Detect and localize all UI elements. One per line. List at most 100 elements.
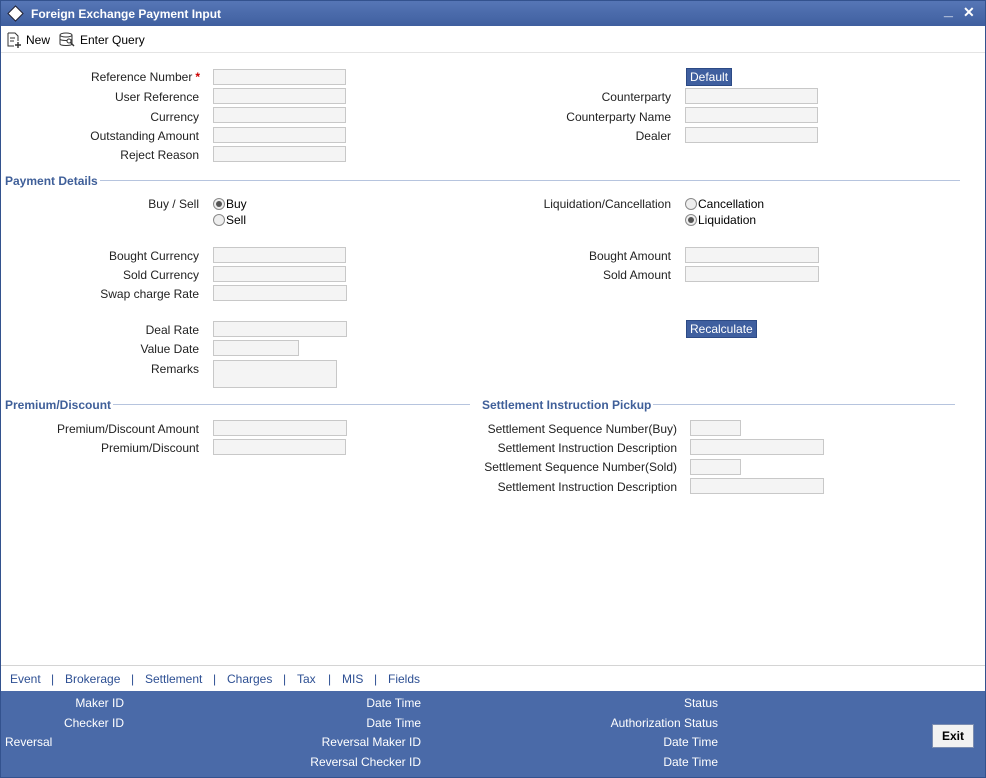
tab-separator: |: [283, 672, 287, 686]
counterparty-name-label: Counterparty Name: [566, 110, 671, 124]
tab-separator: |: [328, 672, 332, 686]
deal-rate-label: Deal Rate: [145, 323, 199, 337]
enter-query-icon: [59, 32, 75, 47]
liquidation-radio-indicator: [685, 214, 697, 226]
sell-radio[interactable]: Sell: [213, 213, 246, 227]
reject-reason-label: Reject Reason: [120, 148, 199, 162]
tab-settlement[interactable]: Settlement: [145, 672, 202, 686]
settlement-seq-buy-input[interactable]: [690, 420, 741, 436]
maker-id-label: Maker ID: [75, 696, 124, 710]
bought-amount-input[interactable]: [685, 247, 819, 263]
settlement-desc-2-label: Settlement Instruction Description: [497, 480, 677, 494]
cancellation-radio-indicator: [685, 198, 697, 210]
dealer-input[interactable]: [685, 127, 818, 143]
close-button[interactable]: ✕: [963, 4, 975, 21]
premium-discount-amount-input[interactable]: [213, 420, 347, 436]
recalculate-button[interactable]: Recalculate: [686, 320, 757, 338]
enter-query-button-label: Enter Query: [80, 33, 145, 47]
premium-discount-input[interactable]: [213, 439, 346, 455]
value-date-label: Value Date: [140, 342, 199, 356]
deal-rate-input[interactable]: [213, 321, 347, 337]
tab-event[interactable]: Event: [10, 672, 41, 686]
swap-charge-rate-label: Swap charge Rate: [100, 287, 199, 301]
maker-date-time-label: Date Time: [366, 696, 421, 710]
premium-discount-heading: Premium/Discount: [5, 398, 114, 412]
bought-amount-label: Bought Amount: [588, 249, 671, 263]
currency-input[interactable]: [213, 107, 346, 123]
reference-number-input[interactable]: [213, 69, 346, 85]
title-bar[interactable]: Foreign Exchange Payment Input _ ✕: [1, 1, 985, 26]
cancellation-radio-label: Cancellation: [698, 197, 765, 211]
settlement-desc-1-label: Settlement Instruction Description: [497, 441, 677, 455]
swap-charge-rate-input[interactable]: [213, 285, 347, 301]
bought-currency-label: Bought Currency: [108, 249, 199, 263]
tab-separator: |: [374, 672, 378, 686]
status-label: Status: [683, 696, 718, 710]
sold-amount-input[interactable]: [685, 266, 819, 282]
cancellation-radio[interactable]: Cancellation: [685, 197, 764, 211]
sold-currency-input[interactable]: [213, 266, 346, 282]
reversal-checker-date-time-label: Date Time: [663, 755, 718, 769]
currency-label: Currency: [150, 110, 199, 124]
new-button[interactable]: New: [6, 30, 50, 50]
window-title: Foreign Exchange Payment Input: [31, 7, 222, 21]
liquidation-cancellation-label: Liquidation/Cancellation: [543, 197, 671, 211]
fx-payment-input-window: Foreign Exchange Payment Input _ ✕ New E…: [0, 0, 986, 778]
reversal-checker-id-label: Reversal Checker ID: [310, 755, 421, 769]
tab-brokerage[interactable]: Brokerage: [65, 672, 120, 686]
counterparty-label: Counterparty: [601, 90, 671, 104]
outstanding-amount-input[interactable]: [213, 127, 346, 143]
toolbar: New Enter Query: [1, 26, 985, 53]
required-asterisk: *: [195, 70, 200, 84]
remarks-textarea[interactable]: [213, 360, 337, 388]
premium-discount-label: Premium/Discount: [100, 441, 199, 455]
counterparty-input[interactable]: [685, 88, 818, 104]
audit-footer: Maker ID Checker ID Reversal Date Time D…: [1, 691, 985, 777]
user-reference-label: User Reference: [114, 90, 199, 104]
sold-currency-label: Sold Currency: [122, 268, 199, 282]
enter-query-button[interactable]: Enter Query: [59, 30, 145, 50]
settlement-desc-1-input[interactable]: [690, 439, 824, 455]
diamond-logo-icon: [7, 5, 24, 22]
settlement-seq-sold-input[interactable]: [690, 459, 741, 475]
reversal-label: Reversal: [5, 735, 53, 749]
settlement-seq-sold-label: Settlement Sequence Number(Sold): [484, 460, 677, 474]
outstanding-amount-label: Outstanding Amount: [90, 129, 199, 143]
reference-number-label: Reference Number *: [90, 70, 200, 84]
value-date-input[interactable]: [213, 340, 299, 356]
tab-separator: |: [51, 672, 55, 686]
user-reference-input[interactable]: [213, 88, 346, 104]
new-document-icon: [7, 32, 21, 48]
subsystem-tab-bar: Event | Brokerage | Settlement | Charges…: [1, 665, 985, 691]
reject-reason-input[interactable]: [213, 146, 346, 162]
dealer-label: Dealer: [635, 129, 671, 143]
checker-id-label: Checker ID: [63, 716, 124, 730]
buy-radio[interactable]: Buy: [213, 197, 247, 211]
buy-radio-label: Buy: [226, 197, 247, 211]
buy-radio-indicator: [213, 198, 225, 210]
tab-tax[interactable]: Tax: [297, 672, 316, 686]
sell-radio-label: Sell: [226, 213, 247, 227]
settlement-desc-2-input[interactable]: [690, 478, 824, 494]
authorization-status-label: Authorization Status: [610, 716, 718, 730]
new-button-label: New: [26, 33, 51, 47]
tab-fields[interactable]: Fields: [388, 672, 420, 686]
sell-radio-indicator: [213, 214, 225, 226]
remarks-label: Remarks: [150, 362, 199, 376]
exit-button[interactable]: Exit: [932, 724, 974, 748]
bought-currency-input[interactable]: [213, 247, 346, 263]
counterparty-name-input[interactable]: [685, 107, 818, 123]
premium-discount-amount-label: Premium/Discount Amount: [56, 422, 199, 436]
payment-details-heading: Payment Details: [5, 174, 100, 188]
tab-mis[interactable]: MIS: [342, 672, 363, 686]
tab-charges[interactable]: Charges: [227, 672, 272, 686]
checker-date-time-label: Date Time: [366, 716, 421, 730]
settlement-seq-buy-label: Settlement Sequence Number(Buy): [487, 422, 677, 436]
settlement-pickup-heading: Settlement Instruction Pickup: [482, 398, 654, 412]
liquidation-radio[interactable]: Liquidation: [685, 213, 756, 227]
reversal-maker-id-label: Reversal Maker ID: [321, 735, 421, 749]
minimize-button[interactable]: _: [944, 2, 953, 20]
default-button[interactable]: Default: [686, 68, 733, 86]
reversal-maker-date-time-label: Date Time: [663, 735, 718, 749]
buy-sell-label: Buy / Sell: [148, 197, 199, 211]
